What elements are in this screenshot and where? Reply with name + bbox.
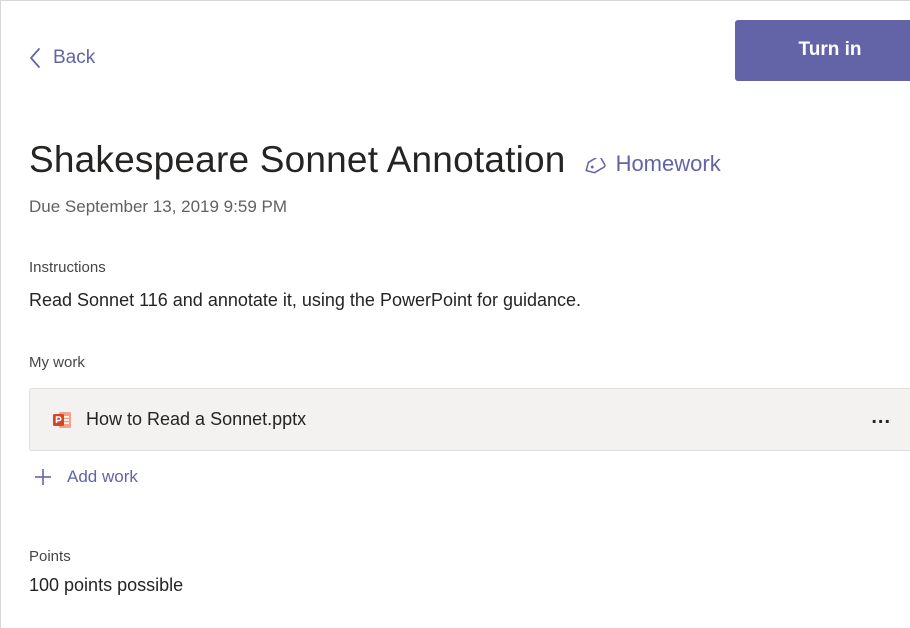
powerpoint-file-icon [53,411,71,428]
add-work-button[interactable]: Add work [33,467,138,487]
turn-in-button[interactable]: Turn in [735,20,910,81]
category-label: Homework [615,151,721,176]
back-label: Back [53,47,96,68]
more-options-button[interactable]: ... [871,407,891,427]
title-row: Shakespeare Sonnet Annotation Homework [29,139,721,181]
add-work-label: Add work [67,467,138,486]
category-tag: Homework [582,151,721,177]
back-button[interactable]: Back [29,47,95,69]
plus-icon [35,469,51,485]
points-label: Points [29,548,71,565]
instructions-text: Read Sonnet 116 and annotate it, using t… [29,290,582,310]
due-date: Due September 13, 2019 9:59 PM [29,197,287,216]
tag-icon [585,158,606,174]
page-title: Shakespeare Sonnet Annotation [29,139,566,180]
my-work-label: My work [29,354,85,371]
points-text: 100 points possible [29,575,184,595]
file-name: How to Read a Sonnet.pptx [86,409,307,429]
instructions-label: Instructions [29,259,106,276]
attached-file[interactable]: How to Read a Sonnet.pptx ... [29,388,910,451]
assignment-details-pane: Back Turn in Shakespeare Sonnet Annotati… [0,0,910,628]
chevron-left-icon [30,48,40,68]
